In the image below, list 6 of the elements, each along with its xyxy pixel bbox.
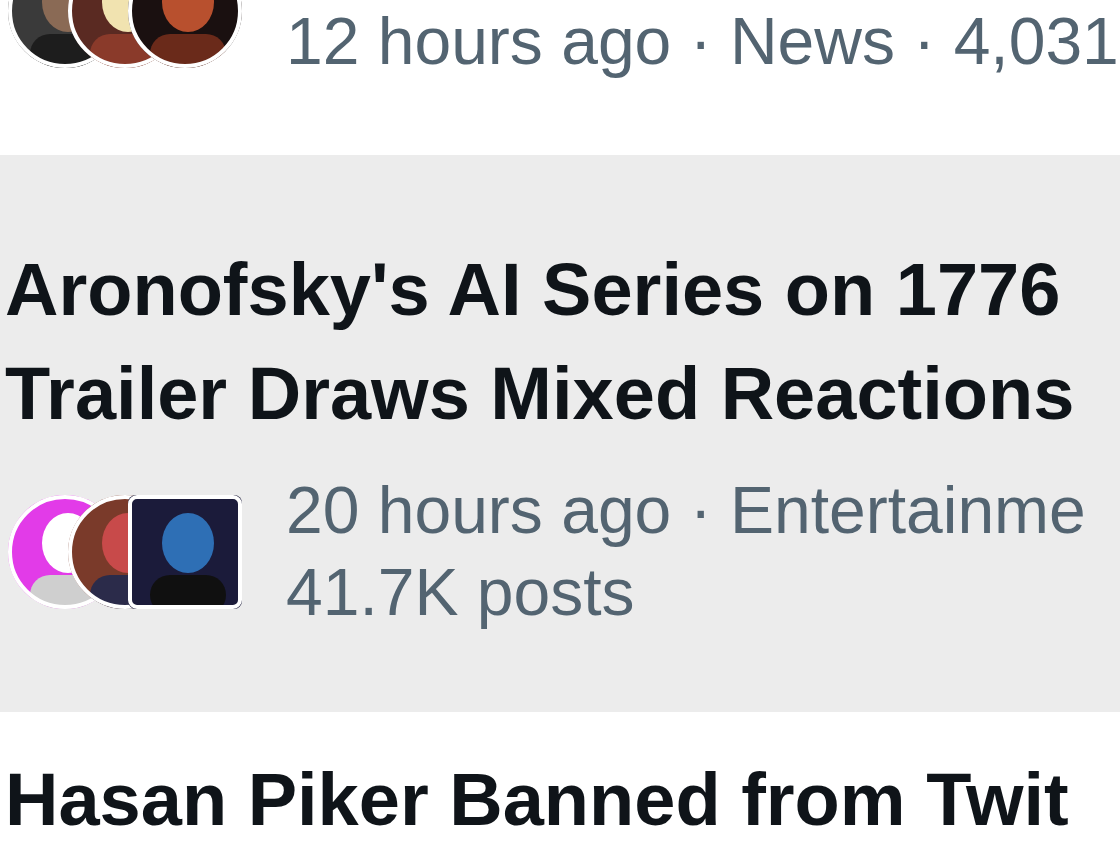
trend-title[interactable]: Hasan Piker Banned from Twit bbox=[5, 758, 1117, 842]
trend-meta: 12 hours ago · News · 4,031 bbox=[286, 3, 1119, 80]
trend-item[interactable]: Aronofsky's AI Series on 1776 Trailer Draws Mixed Reactions 20 hours ago · Entertainme 41.7K posts bbox=[0, 155, 1120, 712]
trend-meta: 20 hours ago · Entertainme bbox=[286, 472, 1086, 549]
trend-meta: 41.7K posts bbox=[286, 554, 636, 631]
trend-title[interactable]: Aronofsky's AI Series on 1776 Trailer Draws Mixed Reactions bbox=[5, 238, 1117, 446]
